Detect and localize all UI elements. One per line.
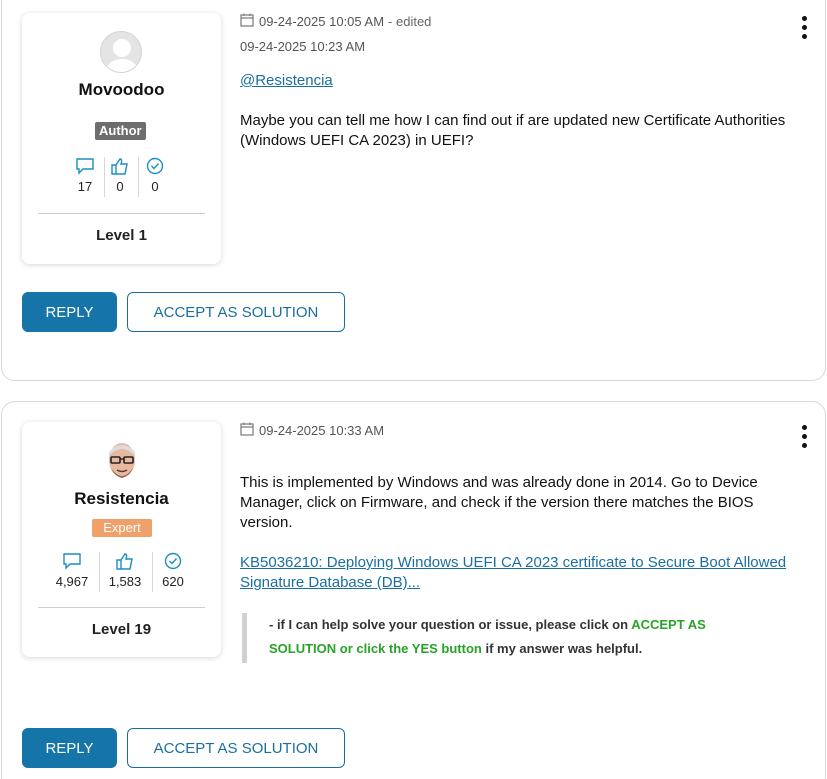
post-body: @Resistencia [240, 71, 800, 91]
solutions-count: 0 [151, 179, 159, 194]
author-role-badge: Expert [92, 519, 152, 537]
author-level: Level 1 [96, 227, 147, 244]
solutions-stat: 0 [146, 157, 164, 194]
signature-prefix: - if I can help solve your question or i… [269, 617, 632, 632]
posted-time: 09-24-2025 10:33 AM [259, 423, 385, 438]
message-bubble-icon [76, 158, 94, 175]
thumbs-up-icon [116, 553, 133, 570]
author-level: Level 19 [91, 621, 152, 638]
calendar-icon [240, 422, 254, 436]
messages-stat: 17 [75, 157, 95, 194]
kudos-stat: 1,583 [106, 552, 144, 589]
more-options-icon[interactable] [802, 16, 808, 43]
messages-count: 4,967 [55, 574, 89, 589]
kudos-stat: 0 [110, 157, 130, 194]
accept-solution-button[interactable]: ACCEPT AS SOLUTION [127, 728, 345, 768]
solutions-stat: 620 [159, 552, 187, 589]
default-avatar-icon[interactable] [100, 31, 142, 73]
messages-count: 17 [77, 179, 93, 194]
post-timestamp: 09-24-2025 10:33 AM [240, 422, 384, 438]
post-message: Maybe you can tell me how I can find out… [240, 112, 786, 149]
card-divider [38, 213, 205, 214]
message-bubble-icon [63, 553, 81, 570]
author-card: Resistencia Expert 4,967 1,583 620 Level… [22, 422, 221, 657]
more-options-icon[interactable] [802, 425, 808, 452]
author-role-badge: Author [95, 122, 146, 140]
post-message: This is implemented by Windows and was a… [240, 474, 758, 531]
author-username[interactable]: Movoodoo [22, 80, 221, 100]
check-circle-icon [164, 552, 182, 570]
reply-button[interactable]: REPLY [22, 728, 117, 768]
kudos-count: 1,583 [108, 574, 142, 589]
signature-suffix: if my answer was helpful. [481, 641, 643, 656]
posted-time: 09-24-2025 10:05 AM [259, 14, 385, 29]
calendar-icon [240, 13, 254, 27]
thumbs-up-icon [111, 158, 128, 175]
post-timestamp: 09-24-2025 10:05 AM - edited [240, 13, 431, 29]
reply-button[interactable]: REPLY [22, 292, 117, 332]
edited-time: 09-24-2025 10:23 AM [240, 39, 366, 54]
post-movoodoo: Movoodoo Author 17 0 0 Level 1 09-24-202… [1, 0, 826, 381]
accept-solution-button[interactable]: ACCEPT AS SOLUTION [127, 292, 345, 332]
kudos-count: 0 [116, 179, 124, 194]
card-divider [38, 607, 205, 608]
check-circle-icon [146, 157, 164, 175]
author-username[interactable]: Resistencia [22, 489, 221, 509]
post-resistencia: Resistencia Expert 4,967 1,583 620 Level… [1, 401, 826, 779]
messages-stat: 4,967 [53, 552, 91, 589]
solutions-count: 620 [162, 574, 184, 589]
user-photo-avatar[interactable] [104, 440, 140, 484]
kb-article-link[interactable]: KB5036210: Deploying Windows UEFI CA 202… [240, 554, 786, 591]
user-mention-link[interactable]: @Resistencia [240, 72, 333, 89]
post-body-link: KB5036210: Deploying Windows UEFI CA 202… [240, 553, 800, 593]
edited-label: - edited [388, 14, 432, 29]
author-card: Movoodoo Author 17 0 0 Level 1 [22, 13, 221, 264]
signature-quote: - if I can help solve your question or i… [242, 613, 742, 663]
